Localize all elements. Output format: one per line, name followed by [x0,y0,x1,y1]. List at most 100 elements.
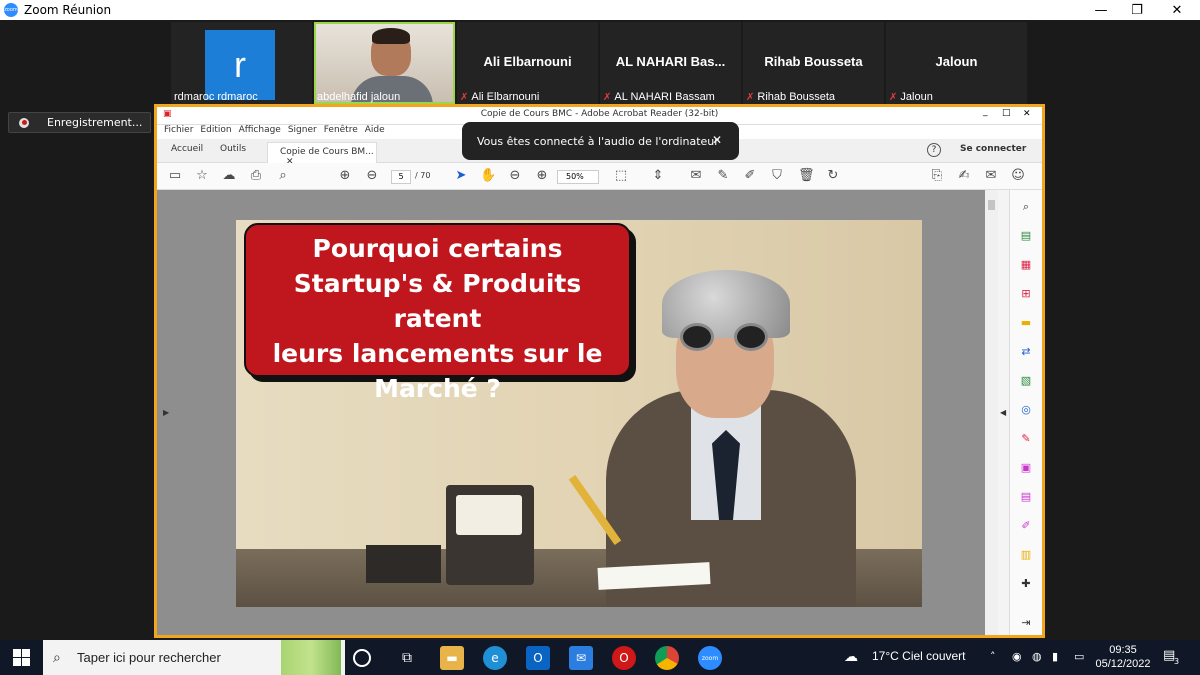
microphone-icon[interactable]: ▮ [1052,650,1058,663]
tab-outils[interactable]: Outils [220,144,246,154]
menu-affichage[interactable]: Affichage [239,125,281,139]
acrobat-maximize-button[interactable]: □ [1002,108,1011,118]
toast-close-icon[interactable]: ✕ [712,133,722,147]
highlight-icon[interactable]: ✎ [715,168,731,184]
clock-time: 09:35 [1109,644,1137,656]
cortana-icon[interactable] [353,649,371,667]
upload-cloud-icon[interactable]: ☁ [221,168,237,184]
page-total: / 70 [415,171,431,180]
taskbar-search-box[interactable]: ⌕ Taper ici pour rechercher [43,640,345,675]
help-icon[interactable]: ? [927,143,941,157]
edge-icon[interactable]: e [483,646,507,670]
export-tool-icon[interactable]: ⇄ [1019,345,1033,359]
participant-tile-video[interactable]: abdelhafid jaloun [314,22,455,104]
acrobat-close-button[interactable]: ✕ [1023,109,1031,119]
scroll-mode-icon[interactable]: ⇕ [650,168,666,184]
protect-icon[interactable]: ▣ [1019,461,1033,475]
slide-colander-helmet [662,270,790,338]
network-icon[interactable]: ▭ [1074,650,1084,663]
edit-pdf-icon[interactable]: ▧ [1019,374,1033,388]
document-scrollbar[interactable] [985,190,998,635]
tray-app-icon[interactable]: ◉ [1012,650,1022,663]
participant-name-row: ✗ AL NAHARI Bassam [603,91,715,103]
signin-link[interactable]: Se connecter [960,144,1026,154]
tab-accueil[interactable]: Accueil [171,144,203,154]
audio-connected-toast: Vous êtes connecté à l'audio de l'ordina… [462,122,739,160]
left-pane-arrow-icon[interactable]: ▶ [163,408,169,417]
fill-sign-icon[interactable]: ✎ [1019,432,1033,446]
recording-indicator[interactable]: Enregistrement... [8,112,151,133]
delete-icon[interactable]: 🗑 [798,168,815,184]
request-signature-icon[interactable]: ✐ [1019,519,1033,533]
fit-page-icon[interactable]: ⬚ [613,168,629,184]
right-pane-arrow-icon[interactable]: ◀ [1000,408,1006,417]
draw-icon[interactable]: ✐ [742,168,758,184]
menu-aide[interactable]: Aide [365,125,385,139]
close-button[interactable]: ✕ [1154,0,1200,20]
menu-edition[interactable]: Edition [200,125,231,139]
select-cursor-icon[interactable]: ➤ [453,168,469,184]
outlook-icon[interactable]: O [526,646,550,670]
more-tools-icon[interactable]: ✚ [1019,577,1033,591]
participant-name-row: ✗ Ali Elbarnouni [460,91,539,103]
zoom-in-icon[interactable]: ⊕ [534,168,550,184]
prepare-form-icon[interactable]: ▤ [1019,490,1033,504]
zoom-out-icon[interactable]: ⊖ [507,168,523,184]
comment-tool-icon[interactable]: ▬ [1019,316,1033,330]
participant-strip: r rdmaroc rdmaroc abdelhafid jaloun Ali … [0,20,1200,104]
bookmark-star-icon[interactable]: ☆ [194,168,210,184]
tray-security-icon[interactable]: ◍ [1032,650,1042,663]
acrobat-minimize-button[interactable]: _ [983,107,988,117]
hand-tool-icon[interactable]: ✋ [480,168,496,184]
menu-fenetre[interactable]: Fenêtre [324,125,358,139]
participant-tile[interactable]: r rdmaroc rdmaroc [171,22,312,104]
document-viewport[interactable]: ▶ Pourquoi certains Startup's & Produits… [157,190,998,635]
stamp-icon[interactable]: ⛉ [769,168,785,184]
tray-chevron-icon[interactable]: ˄ [990,650,996,663]
windows-start-icon[interactable] [13,649,30,666]
sign-icon[interactable]: ✍ [956,168,972,184]
zoom-taskbar-icon[interactable]: zoom [698,646,722,670]
send-comments-icon[interactable]: ▥ [1019,548,1033,562]
participant-tile[interactable]: Ali Elbarnouni ✗ Ali Elbarnouni [457,22,598,104]
page-number-input[interactable]: 5 [391,170,411,184]
participant-tile[interactable]: Rihab Bousseta ✗ Rihab Bousseta [743,22,884,104]
search-placeholder: Taper ici pour rechercher [77,650,221,665]
task-view-icon[interactable]: ⧉ [395,646,419,670]
comment-icon[interactable]: ✉ [688,168,704,184]
email-icon[interactable]: ✉ [983,168,999,184]
collapse-pane-icon[interactable]: ⇥ [1019,616,1033,630]
organize-pages-icon[interactable]: ▦ [1019,258,1033,272]
combine-files-icon[interactable]: ⊞ [1019,287,1033,301]
search-tool-icon[interactable]: ⌕ [1019,200,1033,214]
create-pdf-icon[interactable]: ▤ [1019,229,1033,243]
search-zoom-icon[interactable]: ⌕ [275,168,291,184]
print-icon[interactable]: ⎙ [248,168,264,184]
rotate-icon[interactable]: ↻ [825,168,841,184]
next-page-icon[interactable]: ⊖ [364,168,380,184]
prev-page-icon[interactable]: ⊕ [337,168,353,184]
right-pane-toggle[interactable]: ◀ [998,190,1009,635]
participant-tile[interactable]: Jaloun ✗ Jaloun [886,22,1027,104]
slide-goggles-left [680,323,714,351]
zoom-level-select[interactable]: 50% [557,170,599,184]
participant-display-name: Ali Elbarnouni [483,54,572,69]
taskbar-clock[interactable]: 09:35 05/12/2022 [1093,643,1153,671]
weather-text[interactable]: 17°C Ciel couvert [872,649,966,663]
participant-name-row: ✗ Jaloun [889,91,933,103]
windows-taskbar: ⌕ Taper ici pour rechercher ⧉ ▬ e O ✉ O … [0,640,1200,675]
chrome-icon[interactable] [655,646,679,670]
opera-icon[interactable]: O [612,646,636,670]
menu-fichier[interactable]: Fichier [164,125,193,139]
scan-icon[interactable]: ◎ [1019,403,1033,417]
save-icon[interactable]: ▭ [167,168,183,184]
account-icon[interactable]: ☺ [1010,168,1026,184]
participant-tile[interactable]: AL NAHARI Bas... ✗ AL NAHARI Bassam [600,22,741,104]
export-pdf-icon[interactable]: ⎘ [929,168,945,184]
tab-document[interactable]: Copie de Cours BM... ✕ [267,142,377,167]
scrollbar-thumb[interactable] [988,200,995,210]
file-explorer-icon[interactable]: ▬ [440,646,464,670]
menu-signer[interactable]: Signer [288,125,317,139]
mail-icon[interactable]: ✉ [569,646,593,670]
slide-callout-text: Pourquoi certains Startup's & Produits r… [272,234,603,403]
